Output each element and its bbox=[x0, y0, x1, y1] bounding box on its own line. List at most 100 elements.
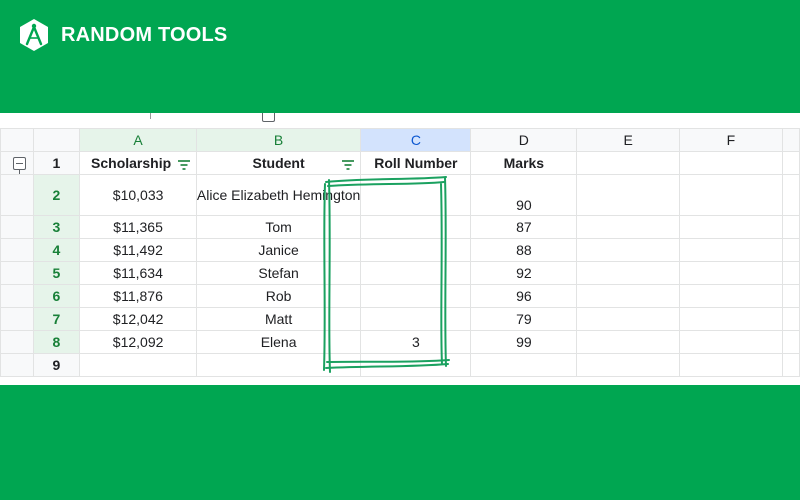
cell[interactable] bbox=[79, 353, 197, 377]
cell-student[interactable]: Tom bbox=[195, 215, 362, 239]
toolbar-divider bbox=[150, 113, 151, 119]
cell[interactable] bbox=[679, 215, 783, 239]
cell-marks[interactable]: 87 bbox=[470, 215, 578, 239]
cell[interactable] bbox=[576, 215, 681, 239]
cell[interactable] bbox=[576, 151, 681, 175]
row-header[interactable]: 3 bbox=[32, 215, 81, 239]
cell[interactable] bbox=[679, 174, 783, 216]
group-collapse-toggle[interactable] bbox=[0, 151, 34, 175]
column-header-d[interactable]: D bbox=[470, 128, 578, 152]
cell[interactable] bbox=[360, 353, 472, 377]
cell[interactable] bbox=[679, 307, 783, 331]
cell-roll-number[interactable] bbox=[360, 261, 472, 285]
filter-icon[interactable] bbox=[342, 160, 355, 170]
cell-student[interactable]: Matt bbox=[195, 307, 362, 331]
table-row: 3 $11,365 Tom 87 bbox=[0, 215, 800, 239]
cell-scholarship[interactable]: $12,042 bbox=[79, 307, 197, 331]
filter-icon[interactable] bbox=[177, 160, 190, 170]
cell[interactable] bbox=[781, 284, 800, 308]
cell[interactable] bbox=[679, 284, 783, 308]
cell[interactable] bbox=[576, 284, 681, 308]
header-cell-roll-number[interactable]: Roll Number bbox=[360, 151, 472, 175]
cell-student[interactable]: Janice bbox=[195, 238, 362, 262]
cell-scholarship[interactable]: $11,365 bbox=[79, 215, 197, 239]
cell[interactable] bbox=[679, 353, 783, 377]
row-header[interactable]: 4 bbox=[32, 238, 81, 262]
cell[interactable] bbox=[470, 353, 578, 377]
cell-scholarship[interactable]: $10,033 bbox=[79, 174, 197, 216]
cell-roll-number[interactable] bbox=[360, 238, 472, 262]
cell-marks[interactable]: 88 bbox=[470, 238, 578, 262]
cell[interactable] bbox=[679, 238, 783, 262]
cell[interactable] bbox=[679, 330, 783, 354]
row-header[interactable]: 6 bbox=[32, 284, 81, 308]
column-header-f[interactable]: F bbox=[679, 128, 783, 152]
cell[interactable] bbox=[576, 330, 681, 354]
cell-student[interactable]: Elena bbox=[195, 330, 362, 354]
cell-roll-number[interactable] bbox=[360, 284, 472, 308]
row-header[interactable]: 1 bbox=[32, 151, 81, 175]
table-row: 1 Scholarship Student Roll Number Marks bbox=[0, 151, 800, 175]
column-header-a[interactable]: A bbox=[79, 128, 197, 152]
brand-name: RANDOM TOOLS bbox=[61, 23, 228, 46]
cell-marks[interactable]: 79 bbox=[470, 307, 578, 331]
cell-roll-number[interactable]: 3 bbox=[360, 330, 472, 354]
cell[interactable] bbox=[576, 174, 681, 216]
column-header-overflow[interactable] bbox=[781, 128, 800, 152]
table-row: 5 $11,634 Stefan 92 bbox=[0, 261, 800, 285]
cell[interactable] bbox=[781, 151, 800, 175]
cell-roll-number[interactable] bbox=[360, 174, 472, 216]
outline-gutter bbox=[0, 215, 34, 239]
cell-marks[interactable]: 99 bbox=[470, 330, 578, 354]
cell[interactable] bbox=[781, 330, 800, 354]
collapse-minus-icon[interactable] bbox=[13, 157, 26, 170]
outline-gutter bbox=[0, 307, 34, 331]
outline-gutter bbox=[0, 353, 34, 377]
outline-gutter bbox=[0, 330, 34, 354]
outline-gutter bbox=[0, 238, 34, 262]
cell-student[interactable]: Alice Elizabeth Hemington bbox=[195, 174, 362, 216]
cell-scholarship[interactable]: $12,092 bbox=[79, 330, 197, 354]
column-header-b[interactable]: B bbox=[195, 128, 362, 152]
select-all-corner[interactable] bbox=[32, 128, 81, 152]
column-header-c[interactable]: C bbox=[360, 128, 472, 152]
cell-marks[interactable]: 92 bbox=[470, 261, 578, 285]
row-header[interactable]: 9 bbox=[32, 353, 81, 377]
header-cell-marks[interactable]: Marks bbox=[470, 151, 578, 175]
cell-student[interactable]: Rob bbox=[195, 284, 362, 308]
cell[interactable] bbox=[781, 261, 800, 285]
cell[interactable] bbox=[781, 215, 800, 239]
cell-roll-number[interactable] bbox=[360, 215, 472, 239]
header-label: Student bbox=[252, 155, 305, 171]
cell[interactable] bbox=[781, 307, 800, 331]
outline-gutter bbox=[0, 174, 34, 216]
table-row: 2 $10,033 Alice Elizabeth Hemington 90 bbox=[0, 174, 800, 216]
row-header[interactable]: 7 bbox=[32, 307, 81, 331]
cell[interactable] bbox=[576, 238, 681, 262]
cell-scholarship[interactable]: $11,634 bbox=[79, 261, 197, 285]
cell-roll-number[interactable] bbox=[360, 307, 472, 331]
cell[interactable] bbox=[576, 261, 681, 285]
row-header[interactable]: 2 bbox=[32, 174, 81, 216]
cell[interactable] bbox=[781, 238, 800, 262]
column-header-e[interactable]: E bbox=[576, 128, 681, 152]
cell[interactable] bbox=[679, 261, 783, 285]
cell-scholarship[interactable]: $11,876 bbox=[79, 284, 197, 308]
cell[interactable] bbox=[781, 353, 800, 377]
header-cell-student[interactable]: Student bbox=[195, 151, 362, 175]
cell[interactable] bbox=[679, 151, 783, 175]
header-cell-scholarship[interactable]: Scholarship bbox=[79, 151, 197, 175]
toolbar-icon[interactable] bbox=[262, 113, 275, 122]
cell[interactable] bbox=[576, 307, 681, 331]
row-header[interactable]: 8 bbox=[32, 330, 81, 354]
cell[interactable] bbox=[576, 353, 681, 377]
cell-scholarship[interactable]: $11,492 bbox=[79, 238, 197, 262]
cell[interactable] bbox=[195, 353, 362, 377]
row-header[interactable]: 5 bbox=[32, 261, 81, 285]
cell-marks[interactable]: 90 bbox=[470, 174, 578, 216]
outline-gutter bbox=[0, 128, 34, 152]
cell-marks[interactable]: 96 bbox=[470, 284, 578, 308]
cell-student[interactable]: Stefan bbox=[195, 261, 362, 285]
compass-hexagon-icon bbox=[20, 19, 48, 51]
cell[interactable] bbox=[781, 174, 800, 216]
